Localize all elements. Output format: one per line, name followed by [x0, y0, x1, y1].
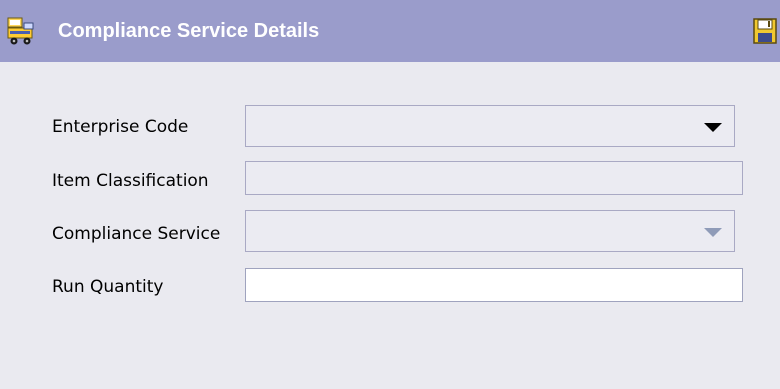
floppy-disk-icon[interactable] — [753, 18, 777, 44]
run-quantity-label: Run Quantity — [52, 277, 164, 297]
chevron-down-icon[interactable] — [704, 123, 722, 132]
truck-icon — [7, 17, 34, 45]
panel-header: Compliance Service Details — [0, 0, 780, 62]
chevron-down-icon — [704, 228, 722, 237]
page-title: Compliance Service Details — [58, 20, 320, 42]
compliance-service-select — [245, 210, 735, 252]
run-quantity-input[interactable] — [245, 268, 743, 302]
enterprise-code-select[interactable] — [245, 105, 735, 147]
form-panel: Enterprise Code Item Classification Comp… — [0, 62, 780, 389]
enterprise-code-label: Enterprise Code — [52, 117, 189, 137]
compliance-service-label: Compliance Service — [52, 224, 221, 244]
item-classification-field — [245, 161, 743, 195]
item-classification-label: Item Classification — [52, 171, 209, 191]
